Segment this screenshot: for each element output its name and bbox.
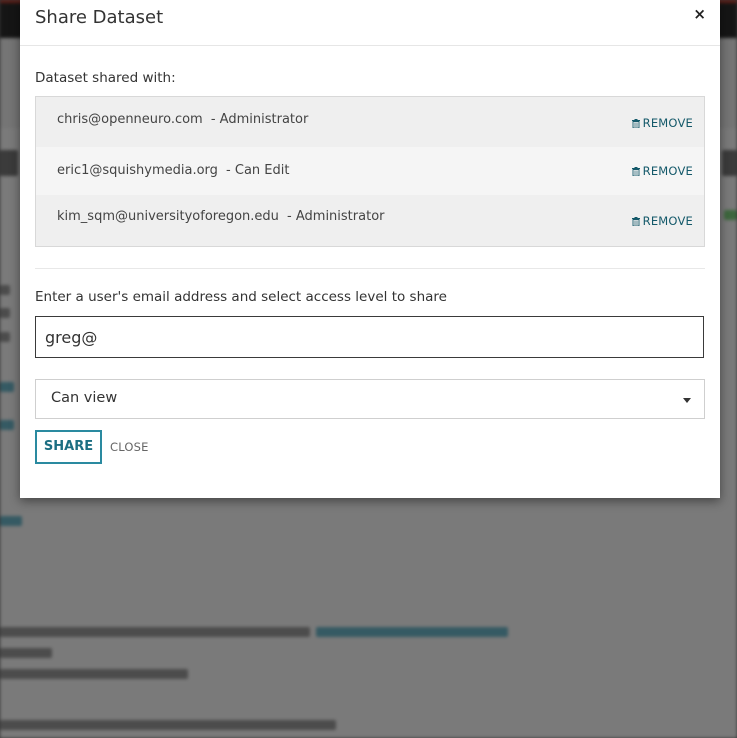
shared-user-email: eric1@squishymedia.org xyxy=(57,163,218,178)
shared-user-role: - Administrator xyxy=(210,112,309,127)
shared-user-role: - Administrator xyxy=(287,209,385,224)
shared-user-entry: kim_sqm@universityoforegon.edu - Adminis… xyxy=(57,209,385,224)
shared-user-row: chris@openneuro.com - Administrator REMO… xyxy=(36,97,704,145)
remove-label: REMOVE xyxy=(642,164,693,178)
close-button[interactable]: CLOSE xyxy=(110,440,149,454)
shared-user-entry: eric1@squishymedia.org - Can Edit xyxy=(57,163,289,178)
trash-icon xyxy=(631,167,640,176)
share-button[interactable]: SHARE xyxy=(35,430,102,464)
invite-instructions: Enter a user's email address and select … xyxy=(35,289,447,305)
remove-label: REMOVE xyxy=(642,214,693,228)
caret-down-icon xyxy=(683,398,691,403)
shared-user-email: chris@openneuro.com xyxy=(57,112,203,127)
shared-with-label: Dataset shared with: xyxy=(35,70,176,86)
shared-user-row: kim_sqm@universityoforegon.edu - Adminis… xyxy=(36,197,704,245)
shared-users-list: chris@openneuro.com - Administrator REMO… xyxy=(35,96,705,247)
shared-user-row: eric1@squishymedia.org - Can Edit REMOVE xyxy=(36,147,704,195)
trash-icon xyxy=(631,217,640,226)
remove-user-button[interactable]: REMOVE xyxy=(631,116,693,130)
email-input[interactable] xyxy=(35,316,704,358)
remove-user-button[interactable]: REMOVE xyxy=(631,164,693,178)
remove-user-button[interactable]: REMOVE xyxy=(631,214,693,228)
shared-user-role: - Can Edit xyxy=(226,163,290,178)
access-level-select[interactable]: Can view xyxy=(35,379,705,419)
modal-title: Share Dataset xyxy=(35,7,164,28)
trash-icon xyxy=(631,119,640,128)
section-divider xyxy=(35,268,705,269)
shared-user-entry: chris@openneuro.com - Administrator xyxy=(57,112,308,127)
close-icon[interactable]: × xyxy=(693,5,706,23)
modal-header: Share Dataset × xyxy=(20,0,720,46)
share-dataset-modal: Share Dataset × Dataset shared with: chr… xyxy=(20,0,720,498)
shared-user-email: kim_sqm@universityoforegon.edu xyxy=(57,209,279,224)
access-level-value: Can view xyxy=(51,390,118,406)
remove-label: REMOVE xyxy=(642,116,693,130)
